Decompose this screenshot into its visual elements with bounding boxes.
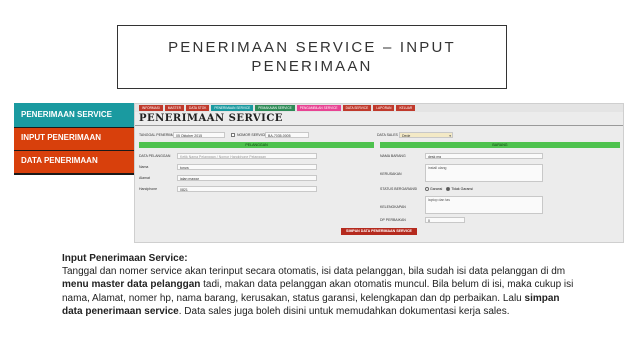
nav-item[interactable]: PEMAKAIAN SERVICE <box>255 105 295 111</box>
nav-item[interactable]: PENERIMAAN SERVICE <box>211 105 254 111</box>
nomor-service-field[interactable]: BA-7035-0005 <box>265 132 309 138</box>
handphone-row: Handphone 0821 <box>139 186 374 194</box>
description-text: Input Penerimaan Service: Tanggal dan no… <box>62 252 582 318</box>
alamat-field[interactable]: jalan mawar <box>177 175 317 181</box>
handphone-label: Handphone <box>139 187 158 191</box>
nama-barang-field[interactable]: desk mg <box>425 153 543 159</box>
alamat-label: Alamat <box>139 176 150 180</box>
description-bold1: menu master data pelanggan <box>62 279 201 291</box>
kelengkapan-textarea[interactable]: laptop dan tas <box>425 196 543 214</box>
dp-row: DP PERBAIKAN 0 <box>380 217 620 225</box>
kerusakan-textarea[interactable]: install ulang <box>425 164 543 182</box>
slide-title-line2: PENERIMAAN <box>251 58 373 75</box>
nav-item[interactable]: DATA STOK <box>186 105 210 111</box>
nomor-service-label: NOMOR SERVICE <box>237 133 267 137</box>
radio-garansi[interactable] <box>425 187 429 192</box>
slide-title-box: PENERIMAAN SERVICE – INPUT PENERIMAAN <box>117 25 507 89</box>
radio-tidak-garansi[interactable] <box>446 187 451 192</box>
sidebar-menu: PENERIMAAN SERVICE INPUT PENERIMAAN DATA… <box>14 103 134 175</box>
dp-label: DP PERBAIKAN <box>380 218 406 222</box>
data-sales-label: DATA SALES <box>377 133 398 137</box>
nama-label: Nama <box>139 165 149 169</box>
slide-title-line1: PENERIMAAN SERVICE – INPUT <box>168 39 456 56</box>
calendar-icon[interactable] <box>231 133 235 137</box>
sidebar-item-data-penerimaan[interactable]: DATA PENERIMAAN <box>14 151 134 173</box>
data-sales-value: Dede <box>402 134 411 138</box>
kerusakan-label: KERUSAKAN <box>380 172 402 176</box>
data-pelanggan-label: DATA PELANGGAN <box>139 154 171 158</box>
nama-row: Nama tonya <box>139 164 374 172</box>
section-barang: BARANG <box>380 142 620 148</box>
dp-field[interactable]: 0 <box>425 217 465 223</box>
kerusakan-row: KERUSAKAN install ulang <box>380 164 620 184</box>
status-garansi-label: STATUS BERGARANSI <box>380 187 418 191</box>
app-screenshot: INFORMASI MASTER DATA STOK PENERIMAAN SERVI… <box>134 103 624 243</box>
header-row: TANGGAL PENERIMAAN 05 Oktober 2015 NOMOR… <box>139 130 619 140</box>
kelengkapan-label: KELENGKAPAN <box>380 205 406 209</box>
garansi-options: Garansi Tidak Garansi <box>425 187 473 192</box>
section-pelanggan: PELANGGAN <box>139 142 374 148</box>
nav-item[interactable]: DATA SERVICE <box>342 105 372 111</box>
nav-item[interactable]: PENGAMBILAN SERVICE <box>296 105 341 111</box>
description-part3: . Data sales juga boleh disini untuk mem… <box>178 305 510 317</box>
top-navigation: INFORMASI MASTER DATA STOK PENERIMAAN SERVI… <box>135 104 623 112</box>
nav-item[interactable]: KELUAR <box>396 105 416 111</box>
data-sales-select[interactable]: Dede ▾ <box>399 132 453 138</box>
page-title: PENERIMAAN SERVICE <box>139 113 283 124</box>
data-pelanggan-search[interactable]: Ketik Nama Pelanggan / Nomor Handphone P… <box>177 153 317 159</box>
description-part1: Tanggal dan nomer service akan terinput … <box>62 266 566 278</box>
nama-barang-row: NAMA BARANG desk mg <box>380 153 620 161</box>
save-button[interactable]: SIMPAN DATA PENERIMAAN SERVICE <box>341 228 417 235</box>
sidebar-item-input-penerimaan[interactable]: INPUT PENERIMAAN <box>14 128 134 150</box>
sidebar-item-penerimaan-service[interactable]: PENERIMAAN SERVICE <box>14 103 134 127</box>
status-garansi-row: STATUS BERGARANSI Garansi Tidak Garansi <box>380 186 620 194</box>
nama-field[interactable]: tonya <box>177 164 317 170</box>
data-pelanggan-row: DATA PELANGGAN Ketik Nama Pelanggan / No… <box>139 153 374 161</box>
tanggal-label: TANGGAL PENERIMAAN <box>139 133 180 137</box>
page-header: PENERIMAAN SERVICE <box>135 112 623 126</box>
tanggal-field[interactable]: 05 Oktober 2015 <box>173 132 225 138</box>
handphone-field[interactable]: 0821 <box>177 186 317 192</box>
nama-barang-label: NAMA BARANG <box>380 154 406 158</box>
alamat-row: Alamat jalan mawar <box>139 175 374 183</box>
chevron-down-icon: ▾ <box>449 134 451 138</box>
nav-item[interactable]: LAPORAN <box>373 105 395 111</box>
nav-item[interactable]: MASTER <box>164 105 185 111</box>
description-heading: Input Penerimaan Service: <box>62 253 188 264</box>
tidak-garansi-option-label: Tidak Garansi <box>451 187 473 191</box>
kelengkapan-row: KELENGKAPAN laptop dan tas <box>380 196 620 216</box>
nav-item[interactable]: INFORMASI <box>139 105 163 111</box>
garansi-option-label: Garansi <box>430 187 443 191</box>
